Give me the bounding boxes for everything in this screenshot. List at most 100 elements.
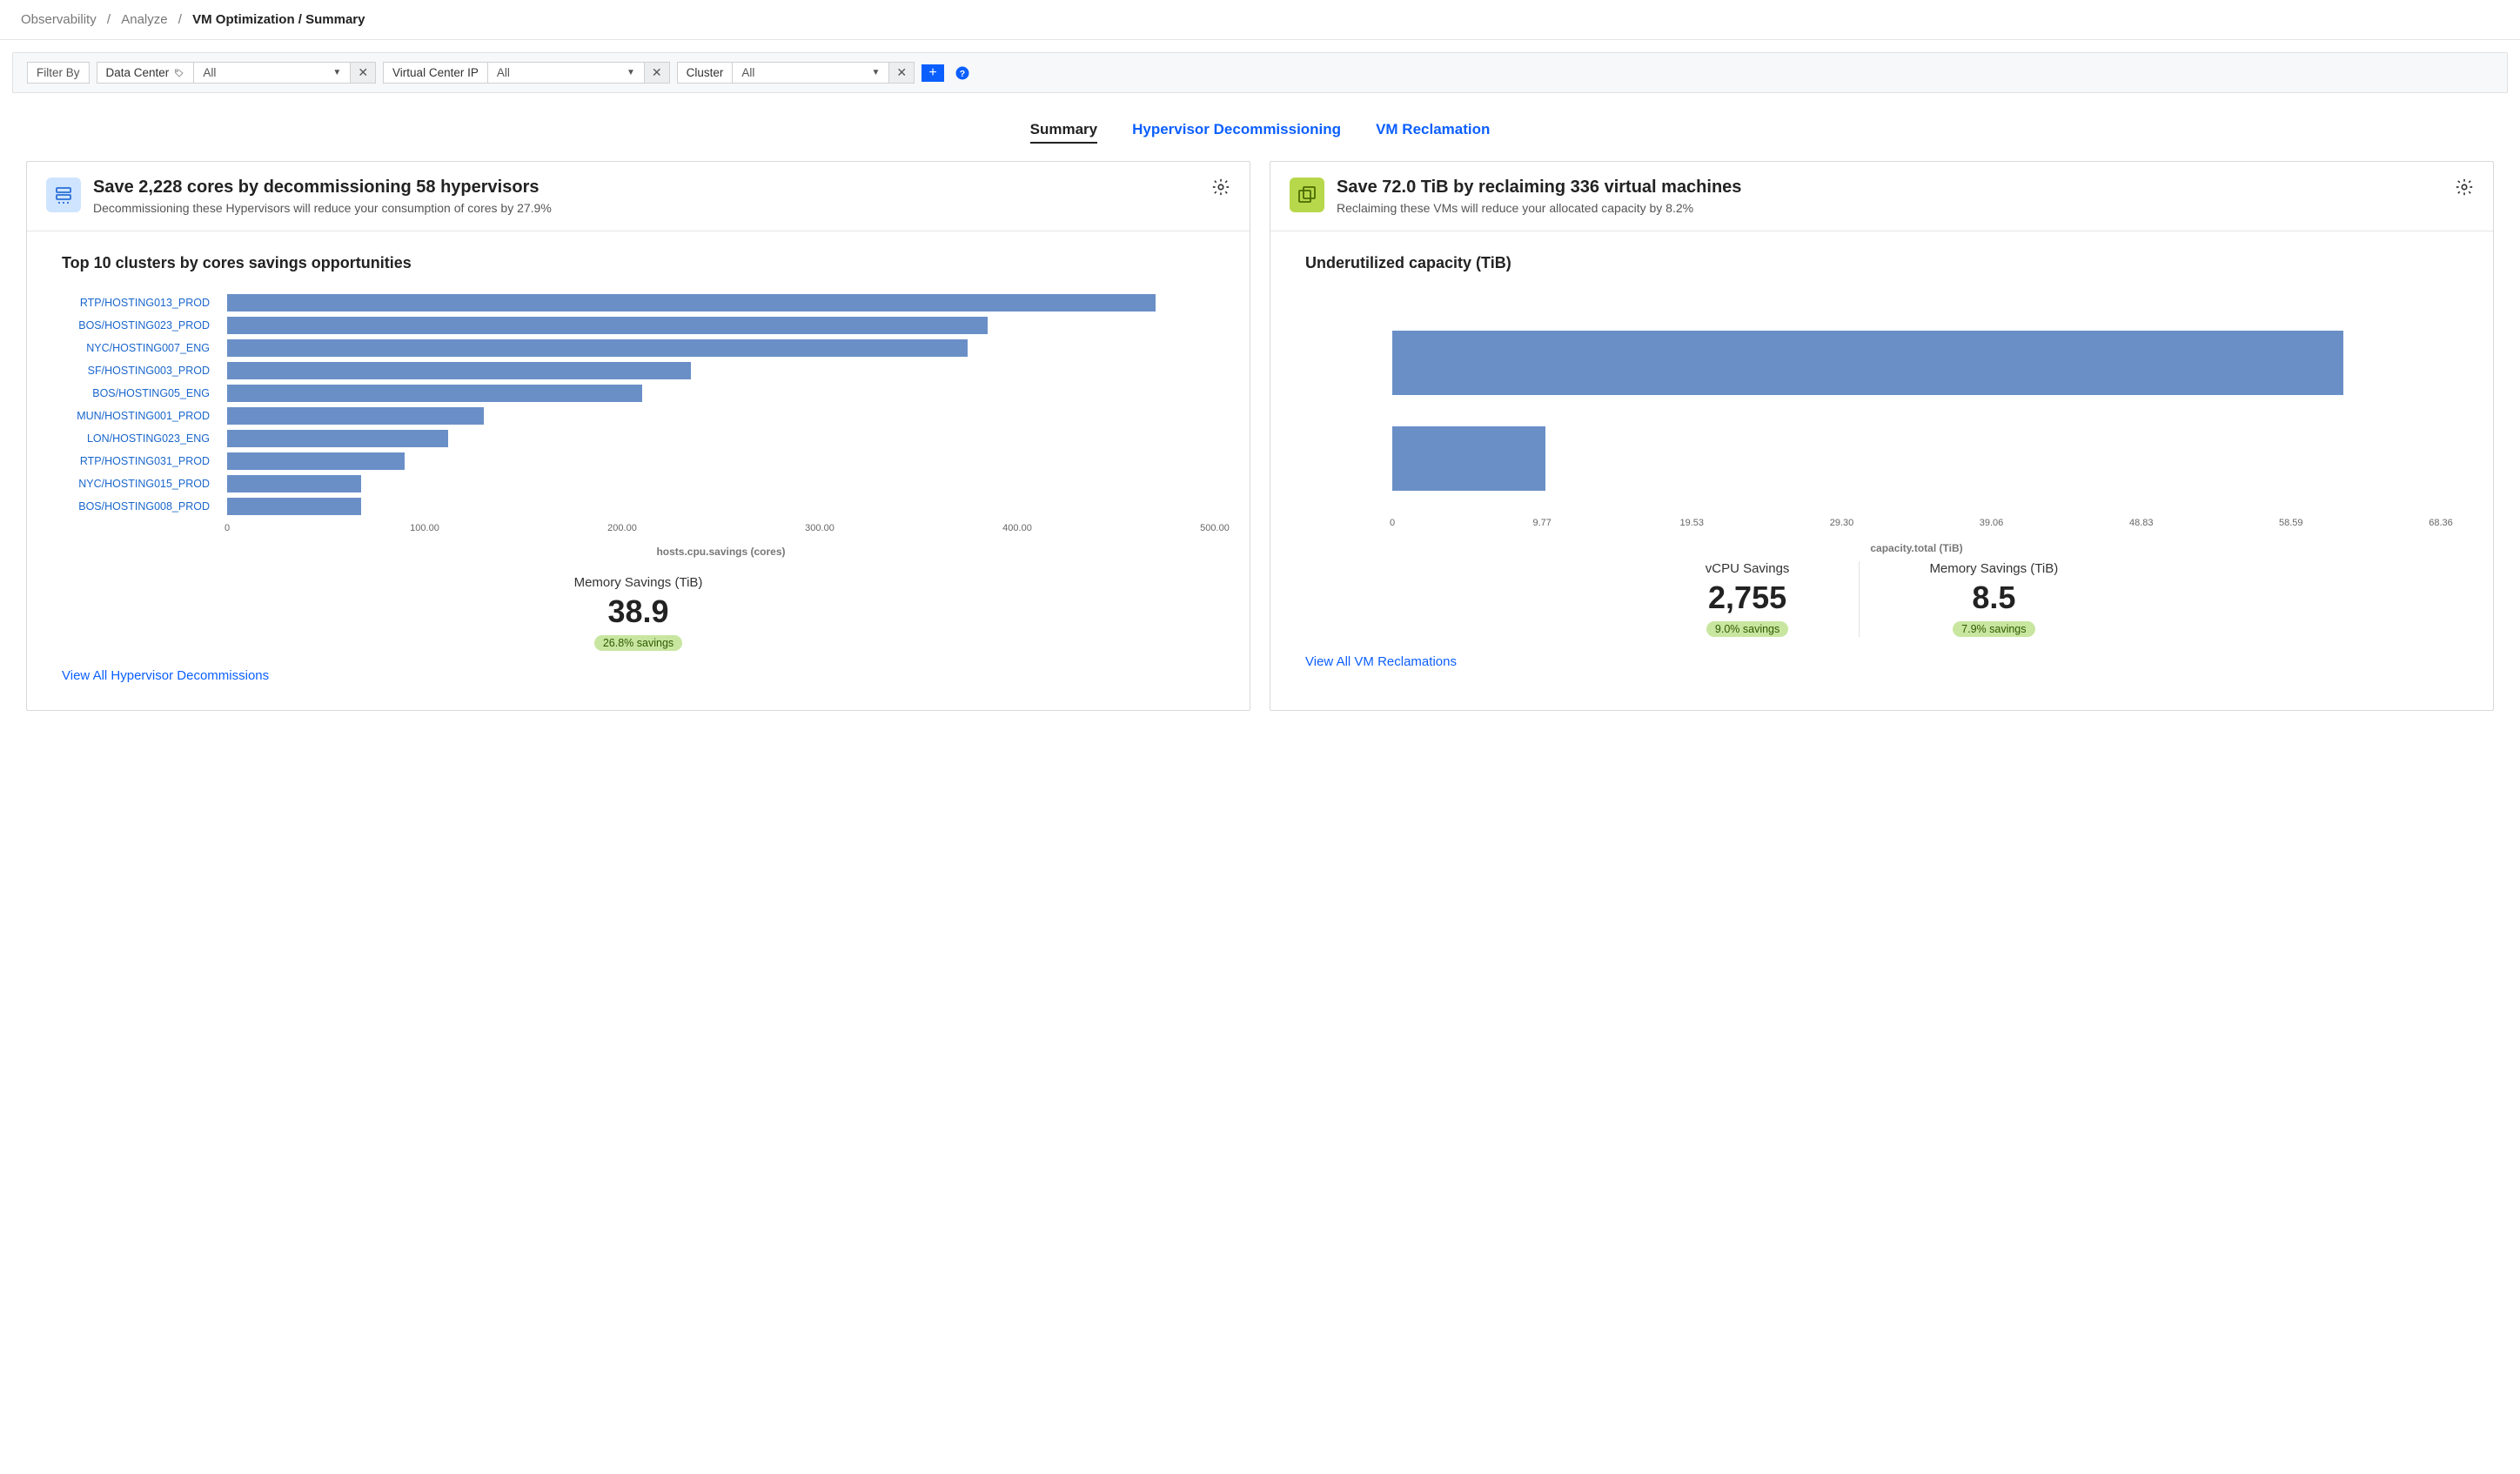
- view-all-hypervisor-link[interactable]: View All Hypervisor Decommissions: [62, 668, 269, 683]
- tab-hypervisor-decommissioning[interactable]: Hypervisor Decommissioning: [1132, 117, 1341, 144]
- axis-label: hosts.cpu.savings (cores): [227, 546, 1215, 558]
- chart-title: Top 10 clusters by cores savings opportu…: [62, 254, 1215, 272]
- axis-tick: 0: [1390, 518, 1395, 528]
- chart-category-label[interactable]: RTP/HOSTING013_PROD: [62, 297, 218, 309]
- tab-vm-reclamation[interactable]: VM Reclamation: [1376, 117, 1490, 144]
- filter-add-group: +: [922, 64, 944, 82]
- chart-bar: [227, 498, 361, 515]
- stats-row: vCPU Savings 2,755 9.0% savings Memory S…: [1305, 561, 2458, 637]
- chart-category-label[interactable]: RTP/HOSTING031_PROD: [62, 455, 218, 467]
- stat-label: Memory Savings (TiB): [574, 575, 703, 590]
- breadcrumb-link[interactable]: Analyze: [121, 12, 167, 27]
- server-icon: [46, 178, 81, 212]
- chart-bar: [227, 385, 642, 402]
- chart-bar: [227, 294, 1156, 312]
- card-footer: View All Hypervisor Decommissions: [27, 660, 1250, 710]
- chart-category-label[interactable]: NYC/HOSTING007_ENG: [62, 342, 218, 354]
- filter-select-datacenter[interactable]: All▼: [193, 62, 350, 84]
- savings-pill: 26.8% savings: [594, 635, 682, 651]
- tab-summary[interactable]: Summary: [1030, 117, 1097, 144]
- card-vm-reclamation: Save 72.0 TiB by reclaiming 336 virtual …: [1270, 161, 2494, 711]
- filter-remove-button[interactable]: ✕: [644, 62, 670, 84]
- chart-bar: [227, 430, 448, 447]
- stat-label: vCPU Savings: [1706, 561, 1790, 576]
- chart-bar: [227, 407, 484, 425]
- axis-tick: 39.06: [1980, 518, 2004, 528]
- filter-remove-button[interactable]: ✕: [350, 62, 376, 84]
- axis-tick: 48.83: [2129, 518, 2154, 528]
- card-title: Save 72.0 TiB by reclaiming 336 virtual …: [1337, 178, 1741, 198]
- axis-tick: 300.00: [805, 523, 834, 533]
- card-header: Save 72.0 TiB by reclaiming 336 virtual …: [1270, 162, 2493, 231]
- filter-select-cluster[interactable]: All▼: [732, 62, 888, 84]
- chart-category-label[interactable]: BOS/HOSTING008_PROD: [62, 500, 218, 513]
- cards-row: Save 2,228 cores by decommissioning 58 h…: [0, 144, 2520, 737]
- card-subtitle: Reclaiming these VMs will reduce your al…: [1337, 201, 1741, 215]
- filter-select-vcenter[interactable]: All▼: [487, 62, 644, 84]
- axis-tick: 58.59: [2279, 518, 2303, 528]
- chart-bar: [227, 339, 968, 357]
- tabs: Summary Hypervisor Decommissioning VM Re…: [0, 117, 2520, 144]
- axis-tick: 0: [225, 523, 230, 533]
- filter-bar: Filter By Data Center All▼ ✕ Virtual Cen…: [12, 52, 2508, 93]
- breadcrumb-current: VM Optimization / Summary: [192, 12, 365, 27]
- filter-group-vcenter: Virtual Center IP All▼ ✕: [383, 62, 670, 84]
- stat-label: Memory Savings (TiB): [1929, 561, 2058, 576]
- chart-category-label[interactable]: BOS/HOSTING023_PROD: [62, 319, 218, 332]
- vm-icon: [1290, 178, 1324, 212]
- axis-tick: 9.77: [1532, 518, 1551, 528]
- axis-tick: 100.00: [410, 523, 439, 533]
- memory-savings-stat: Memory Savings (TiB) 38.9 26.8% savings: [574, 575, 703, 651]
- stats-row: Memory Savings (TiB) 38.9 26.8% savings: [62, 575, 1215, 651]
- chart-bar: [227, 452, 405, 470]
- axis-tick: 19.53: [1679, 518, 1704, 528]
- card-hypervisor-decommission: Save 2,228 cores by decommissioning 58 h…: [26, 161, 1250, 711]
- axis-tick: 29.30: [1830, 518, 1854, 528]
- filter-name: Virtual Center IP: [383, 62, 487, 84]
- chevron-down-icon: ▼: [871, 68, 880, 77]
- chart-category-label[interactable]: NYC/HOSTING015_PROD: [62, 478, 218, 490]
- stat-value: 8.5: [1972, 580, 2015, 616]
- filter-name: Data Center: [97, 62, 194, 84]
- chevron-down-icon: ▼: [332, 68, 341, 77]
- card-footer: View All VM Reclamations: [1270, 646, 2493, 696]
- chevron-down-icon: ▼: [627, 68, 635, 77]
- chart-bar: [227, 362, 691, 379]
- chart-title: Underutilized capacity (TiB): [1305, 254, 2458, 272]
- filter-group-datacenter: Data Center All▼ ✕: [97, 62, 377, 84]
- chart-bar: [1392, 426, 1545, 491]
- card-body: Top 10 clusters by cores savings opportu…: [27, 231, 1250, 660]
- stat-value: 38.9: [607, 593, 668, 630]
- chart-category-label[interactable]: LON/HOSTING023_ENG: [62, 432, 218, 445]
- stat-value: 2,755: [1708, 580, 1786, 616]
- help-icon[interactable]: ?: [955, 65, 970, 81]
- svg-text:?: ?: [960, 68, 965, 78]
- chart-bar: [227, 317, 988, 334]
- memory-savings-stat: Memory Savings (TiB) 8.5 7.9% savings: [1929, 561, 2058, 637]
- filter-name: Cluster: [677, 62, 733, 84]
- chart-category-label[interactable]: MUN/HOSTING001_PROD: [62, 410, 218, 422]
- stat-divider: [1859, 561, 1860, 637]
- vcpu-savings-stat: vCPU Savings 2,755 9.0% savings: [1706, 561, 1790, 637]
- gear-icon[interactable]: [1211, 178, 1230, 197]
- axis-tick: 500.00: [1200, 523, 1230, 533]
- chart-category-label[interactable]: SF/HOSTING003_PROD: [62, 365, 218, 377]
- filter-remove-button[interactable]: ✕: [888, 62, 915, 84]
- cluster-savings-chart: RTP/HOSTING013_PROD BOS/HOSTING023_PROD NY…: [62, 291, 1215, 558]
- card-subtitle: Decommissioning these Hypervisors will r…: [93, 201, 552, 215]
- filter-by-label: Filter By: [27, 62, 90, 84]
- axis-tick: 68.36: [2429, 518, 2453, 528]
- savings-pill: 9.0% savings: [1706, 621, 1788, 637]
- add-filter-button[interactable]: +: [922, 64, 944, 82]
- tag-icon: [174, 68, 184, 78]
- breadcrumb-link[interactable]: Observability: [21, 12, 97, 27]
- gear-icon[interactable]: [2455, 178, 2474, 197]
- view-all-vm-link[interactable]: View All VM Reclamations: [1305, 654, 1457, 669]
- axis-tick: 200.00: [607, 523, 637, 533]
- chart-category-label[interactable]: BOS/HOSTING05_ENG: [62, 387, 218, 399]
- filter-group-cluster: Cluster All▼ ✕: [677, 62, 915, 84]
- chart-bar: [227, 475, 361, 492]
- card-title: Save 2,228 cores by decommissioning 58 h…: [93, 178, 552, 198]
- underutilized-capacity-chart: Powered OffIdle09.7719.5329.3039.0648.83…: [1305, 291, 2458, 535]
- savings-pill: 7.9% savings: [1953, 621, 2034, 637]
